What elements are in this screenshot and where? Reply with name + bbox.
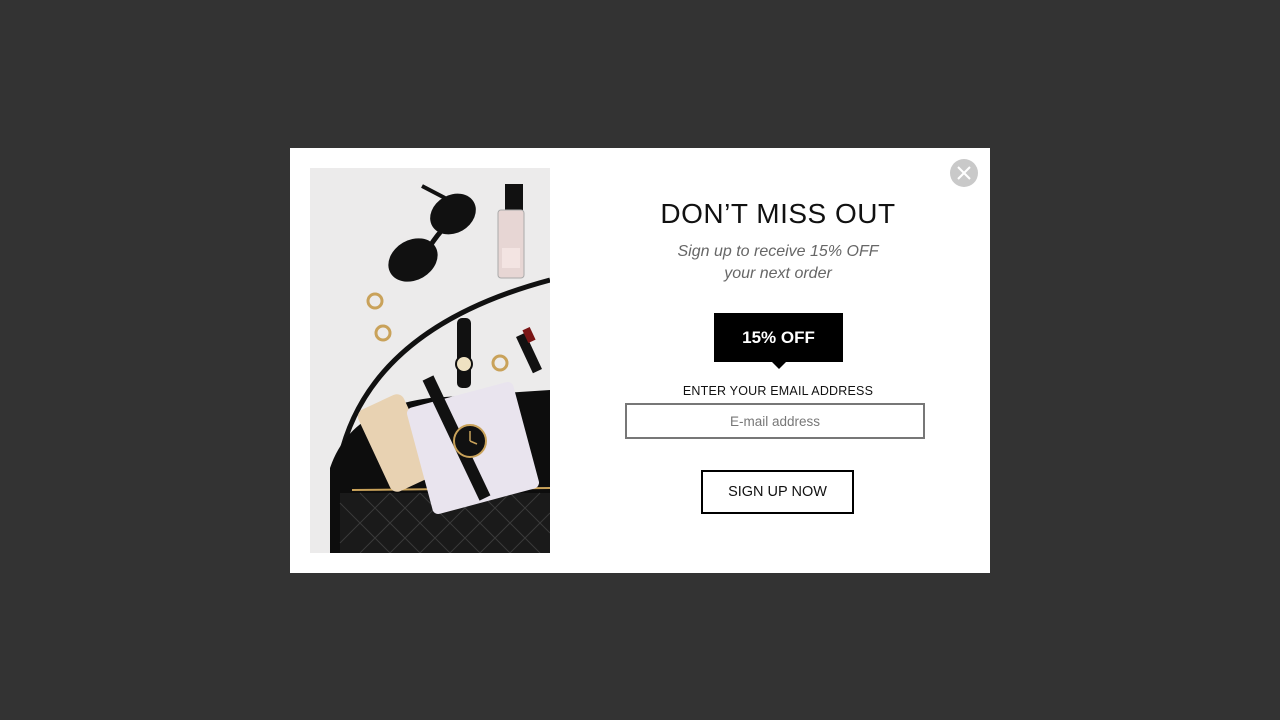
second-watch-illustration (455, 318, 473, 388)
badge-pointer (772, 362, 786, 369)
subtitle-line-1: Sign up to receive 15% OFF (677, 243, 879, 260)
product-photo (310, 168, 550, 553)
email-label: ENTER YOUR EMAIL ADDRESS (682, 384, 874, 398)
signup-content: DON’T MISS OUT Sign up to receive 15% OF… (570, 148, 986, 573)
subtitle-line-2: your next order (724, 265, 832, 282)
popup-title: DON’T MISS OUT (660, 198, 896, 229)
popup-subtitle: Sign up to receive 15% OFF your next ord… (570, 241, 986, 285)
email-input[interactable] (625, 403, 925, 439)
newsletter-popup: DON’T MISS OUT Sign up to receive 15% OF… (290, 148, 990, 573)
sign-up-button[interactable]: SIGN UP NOW (701, 470, 854, 514)
discount-badge-label: 15% OFF (742, 328, 815, 347)
discount-badge: 15% OFF (714, 313, 843, 369)
